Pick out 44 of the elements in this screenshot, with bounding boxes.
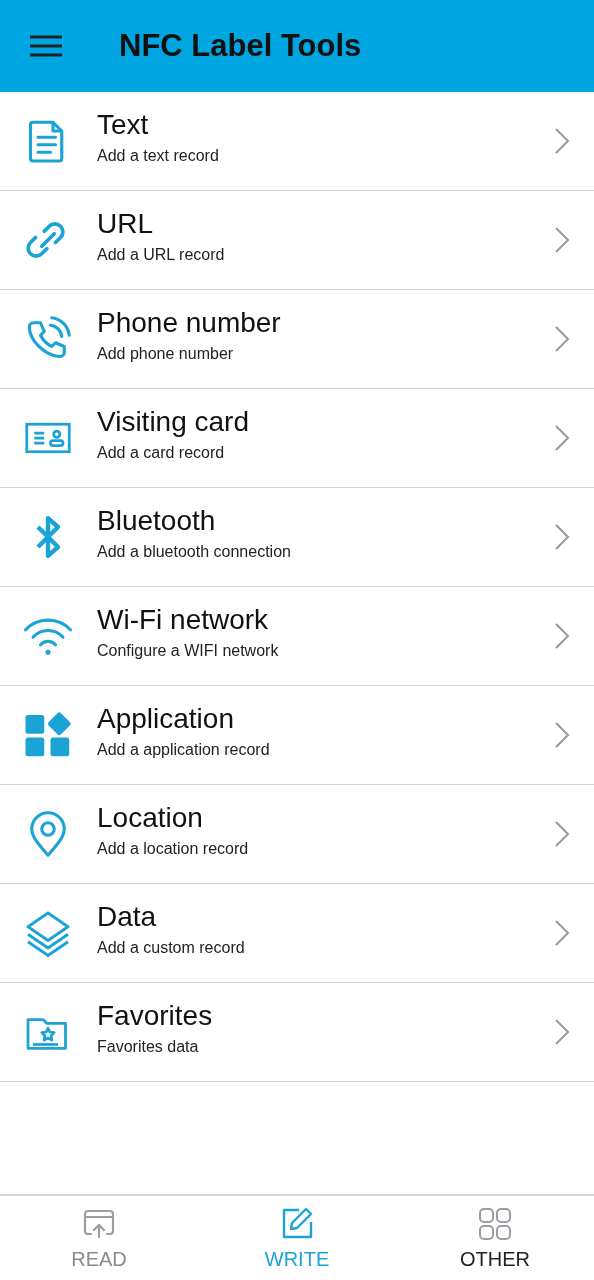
item-title: Data: [97, 901, 158, 933]
menu-item[interactable]: URL Add a URL record: [0, 191, 594, 290]
item-subtitle: Add a text record: [97, 147, 220, 165]
menu-icon[interactable]: [30, 34, 62, 58]
chevron-right-icon: [554, 622, 570, 650]
menu-item[interactable]: Text Add a text record: [0, 92, 594, 191]
menu-item[interactable]: Visiting card Add a card record: [0, 389, 594, 488]
item-subtitle: Favorites data: [97, 1038, 200, 1056]
item-title: Bluetooth: [97, 505, 217, 537]
item-title: Favorites: [97, 1000, 214, 1032]
item-subtitle: Add a location record: [97, 840, 250, 858]
chevron-right-icon: [554, 127, 570, 155]
chevron-right-icon: [554, 820, 570, 848]
item-subtitle: Add a URL record: [97, 246, 226, 264]
item-title: URL: [97, 208, 154, 240]
chevron-right-icon: [554, 325, 570, 353]
item-title: Phone number: [97, 307, 282, 339]
menu-item[interactable]: Bluetooth Add a bluetooth connection: [0, 488, 594, 587]
chevron-right-icon: [554, 721, 570, 749]
item-title: Wi-Fi network: [97, 604, 270, 636]
menu-item[interactable]: Location Add a location record: [0, 785, 594, 884]
app-title: NFC Label Tools: [119, 28, 362, 64]
menu-item[interactable]: Favorites Favorites data: [0, 983, 594, 1082]
chevron-right-icon: [554, 523, 570, 551]
item-subtitle: Add a custom record: [97, 939, 246, 957]
chevron-right-icon: [554, 424, 570, 452]
item-subtitle: Add a application record: [97, 741, 271, 759]
grid-icon: [476, 1205, 514, 1242]
item-title: Text: [97, 109, 150, 141]
chevron-right-icon: [554, 919, 570, 947]
item-subtitle: Add phone number: [97, 345, 235, 363]
item-subtitle: Add a card record: [97, 444, 226, 462]
item-title: Visiting card: [97, 406, 250, 438]
nav-tab[interactable]: OTHER: [396, 1196, 594, 1280]
item-title: Application: [97, 703, 235, 735]
chevron-right-icon: [554, 1018, 570, 1046]
menu-item[interactable]: Data Add a custom record: [0, 884, 594, 983]
menu-item[interactable]: Phone number Add phone number: [0, 290, 594, 389]
item-subtitle: Configure a WIFI network: [97, 642, 280, 660]
item-title: Location: [97, 802, 204, 834]
item-subtitle: Add a bluetooth connection: [97, 543, 292, 561]
menu-item[interactable]: Wi-Fi network Configure a WIFI network: [0, 587, 594, 686]
chevron-right-icon: [554, 226, 570, 254]
menu-item[interactable]: Application Add a application record: [0, 686, 594, 785]
